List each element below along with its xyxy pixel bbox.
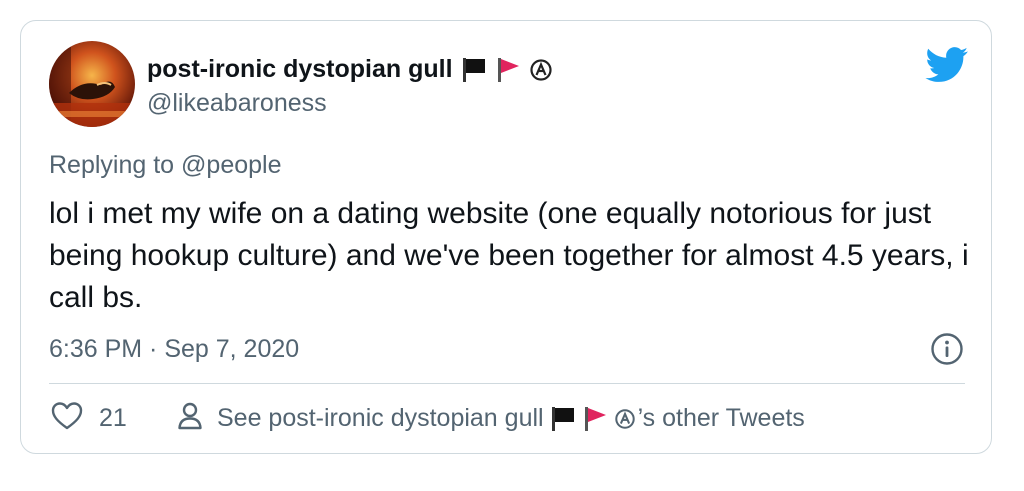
red-triangular-flag-icon — [582, 405, 608, 433]
info-icon[interactable] — [930, 332, 964, 366]
circled-a-icon — [614, 408, 636, 430]
replying-to-line: Replying to @people — [49, 151, 281, 180]
author-display-name[interactable]: post-ironic dystopian gull — [147, 55, 453, 84]
tweet-card[interactable]: post-ironic dystopian gull @likeabarones… — [20, 20, 992, 454]
replying-to-mention[interactable]: @people — [181, 151, 281, 179]
author-handle[interactable]: @likeabaroness — [147, 89, 327, 118]
see-other-tweets-link[interactable]: See post-ironic dystopian gull ’s other … — [177, 401, 805, 436]
like-count: 21 — [99, 404, 127, 432]
black-flag-icon — [461, 56, 487, 84]
red-triangular-flag-icon — [495, 56, 521, 84]
person-outline-icon — [177, 401, 203, 436]
heart-outline-icon[interactable] — [51, 401, 83, 436]
tweet-timestamp[interactable]: 6:36 PM · Sep 7, 2020 — [49, 335, 299, 364]
avatar-photo — [49, 41, 135, 127]
twitter-bird-icon[interactable] — [925, 47, 969, 83]
avatar[interactable] — [49, 41, 135, 127]
like-button[interactable]: 21 — [51, 401, 127, 436]
replying-to-label: Replying to — [49, 151, 175, 179]
black-flag-icon — [550, 405, 576, 433]
author-name-row[interactable]: post-ironic dystopian gull — [147, 55, 553, 84]
tweet-text: lol i met my wife on a dating website (o… — [49, 197, 969, 314]
see-other-tweets-suffix: ’s other Tweets — [637, 404, 805, 432]
divider — [49, 383, 965, 384]
see-other-tweets-text[interactable]: See post-ironic dystopian gull ’s other … — [217, 404, 805, 433]
circled-a-icon — [529, 58, 553, 82]
see-other-tweets-prefix: See post-ironic dystopian gull — [217, 404, 544, 432]
